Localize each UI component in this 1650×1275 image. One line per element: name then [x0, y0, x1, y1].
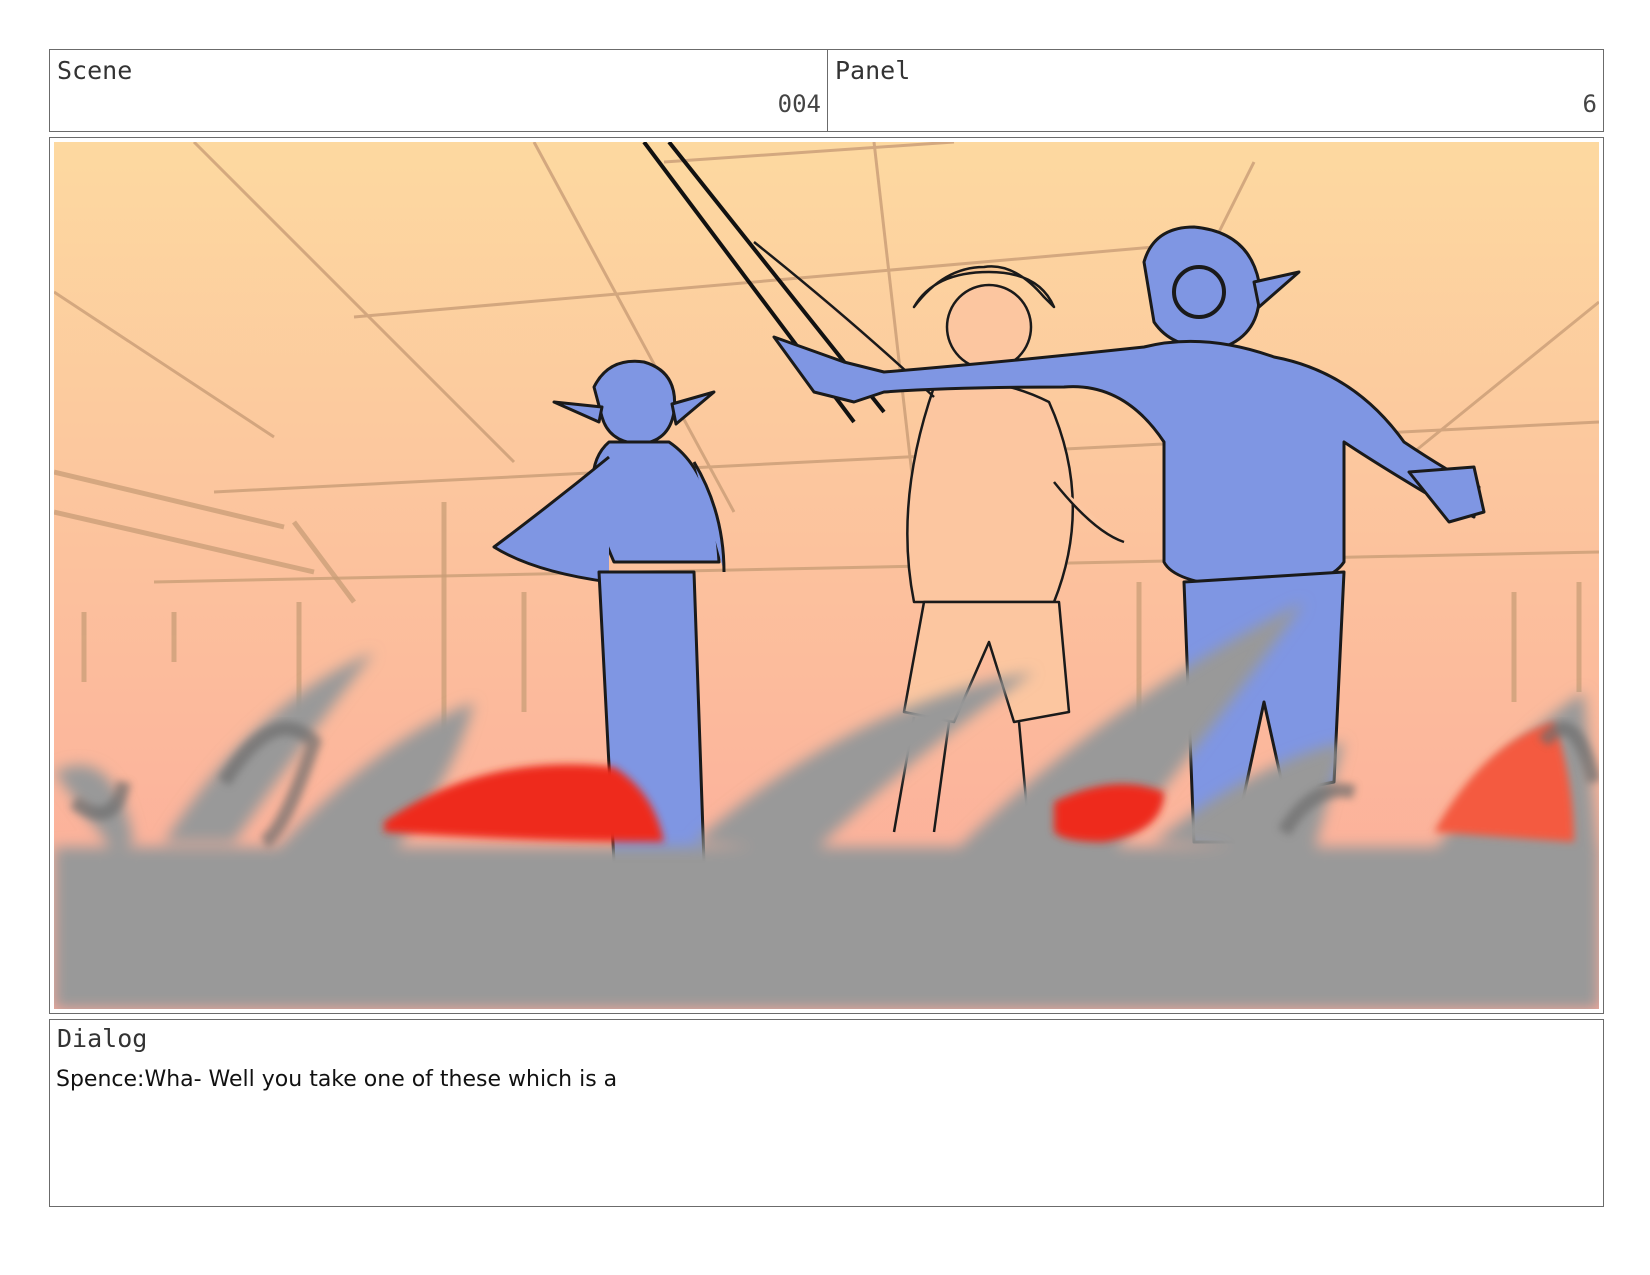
panel-number[interactable]: 6 [1583, 90, 1597, 118]
dialog-text[interactable]: Spence:Wha- Well you take one of these w… [56, 1067, 617, 1092]
storyboard-frame[interactable] [49, 137, 1604, 1014]
scene-label: Scene [57, 56, 133, 85]
header-row: Scene 004 Panel 6 [49, 49, 1604, 132]
scene-number[interactable]: 004 [778, 90, 821, 118]
scene-cell: Scene 004 [50, 50, 828, 131]
dialog-box: Dialog Spence:Wha- Well you take one of … [49, 1019, 1604, 1207]
dialog-label: Dialog [57, 1024, 148, 1053]
storyboard-sketch-icon [54, 142, 1599, 1009]
panel-cell: Panel 6 [828, 50, 1603, 131]
panel-label: Panel [835, 56, 911, 85]
